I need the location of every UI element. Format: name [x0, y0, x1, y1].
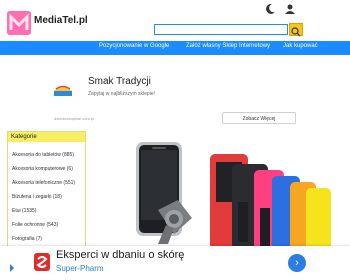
logo-icon: [7, 11, 31, 35]
product-image-phone-holder[interactable]: [122, 140, 204, 250]
bottom-ad-subtitle: Super-Pharm: [56, 264, 104, 273]
nav-item-how-to-buy[interactable]: Jak kupować: [283, 43, 318, 49]
top-ad-banner[interactable]: Smak Tradycji Zapytaj w najbliższym skle…: [44, 64, 306, 128]
theme-toggle-icon[interactable]: [264, 2, 276, 14]
logo-text: MediaTel.pl: [34, 15, 88, 26]
sidebar-item-phone-accessories[interactable]: Akcesoria telefoniczne (551): [12, 180, 75, 186]
bottom-ad-title: Eksperci w dbaniu o skórę: [56, 249, 185, 261]
site-header: MediaTel.pl: [0, 0, 350, 40]
sidebar-item-tablet-accessories[interactable]: Akcesoria do tabletów (885): [12, 152, 74, 158]
search-input[interactable]: [154, 24, 288, 35]
sidebar-item-computer-accessories[interactable]: Akcesoria komputerowe (6): [12, 166, 73, 172]
ad-subtitle: Zapytaj w najbliższym sklepie!: [88, 91, 155, 97]
search-icon: [291, 27, 301, 37]
ad-cta-button[interactable]: Zobacz Więcej: [222, 112, 296, 124]
ad-url: dziecieceopisie.com.pl: [54, 116, 95, 121]
category-sidebar: Kategorie Akcesoria do tabletów (885) Ak…: [7, 131, 86, 251]
super-pharm-logo: [34, 253, 50, 271]
site-logo[interactable]: MediaTel.pl: [7, 11, 88, 36]
sidebar-item-jewelry[interactable]: Biżuteria i zegarki (18): [12, 194, 62, 200]
search-button[interactable]: [289, 23, 303, 37]
nav-item-seo[interactable]: Pozycjonowanie w Google: [99, 43, 169, 49]
ad-brand-logo: [54, 85, 72, 96]
main-nav: Pozycjonowanie w Google Załóż własny Skl…: [0, 41, 350, 55]
chevron-right-icon[interactable]: ›: [288, 254, 306, 272]
ad-info-icon[interactable]: [10, 264, 20, 272]
sidebar-item-screen-protectors[interactable]: Folie ochronne (543): [12, 222, 58, 228]
ad-title: Smak Tradycji: [88, 76, 151, 87]
sidebar-heading: Kategorie: [8, 132, 85, 142]
user-icon[interactable]: [284, 2, 296, 14]
nav-item-shop[interactable]: Załóż własny Sklep Internetowy: [186, 43, 270, 49]
product-image-phone-cases[interactable]: [208, 152, 333, 252]
sidebar-item-cases[interactable]: Etui (1535): [12, 208, 36, 214]
sidebar-item-photography[interactable]: Fotografia (7): [12, 236, 42, 242]
